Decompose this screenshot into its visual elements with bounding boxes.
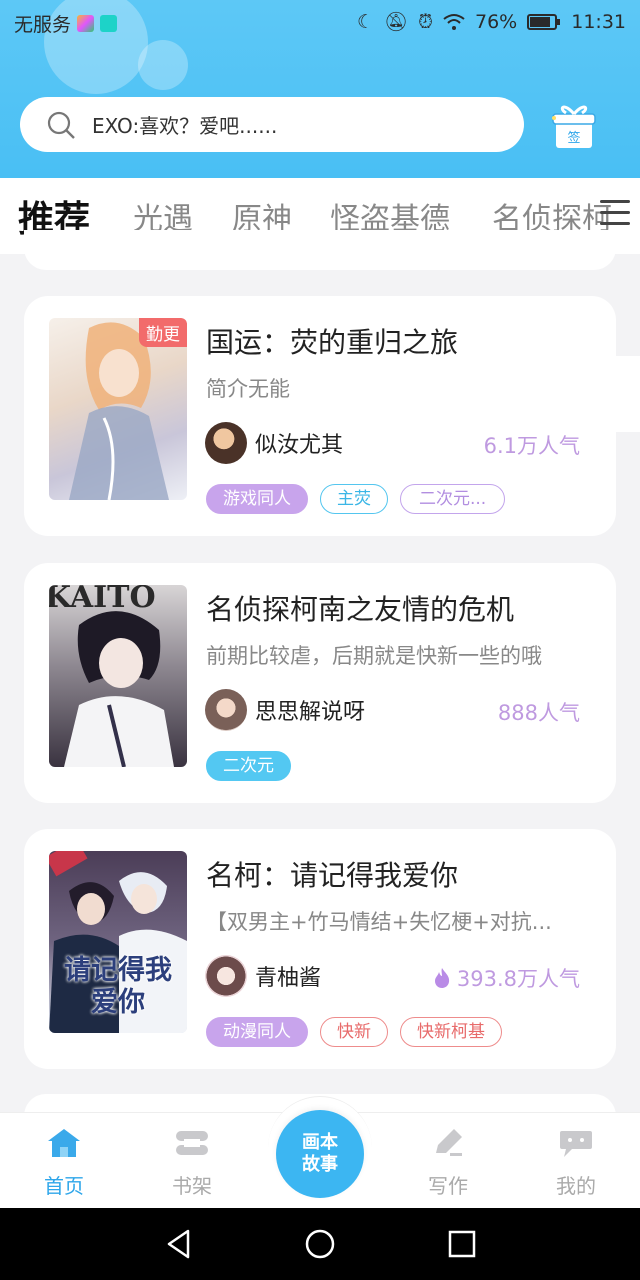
nav-shelf-label: 书架 (172, 1174, 212, 1198)
story-cover[interactable]: KAITO (49, 585, 187, 767)
tag-list: 动漫同人 快新 快新柯基 (206, 1017, 502, 1047)
bookshelf-icon (176, 1131, 208, 1155)
popularity-text: 393.8万人气 (456, 967, 580, 991)
popularity: 6.1万人气 (484, 430, 580, 460)
popularity-text: 888人气 (497, 701, 580, 725)
nav-mine[interactable]: 我的 (536, 1127, 616, 1199)
author-name: 似汝尤其 (255, 433, 344, 458)
story-cover[interactable]: 请记得我爱你 (49, 851, 187, 1033)
tag-list: 游戏同人 主荧 二次元... (206, 484, 506, 514)
tag[interactable]: 快新 (320, 1017, 388, 1047)
popularity: 888人气 (498, 697, 580, 727)
avatar[interactable] (205, 422, 247, 464)
nav-home-label: 首页 (44, 1174, 84, 1198)
tag[interactable]: 主荧 (320, 484, 388, 514)
story-card-partial[interactable] (24, 230, 616, 270)
story-desc: 简介无能 (206, 377, 290, 401)
back-icon[interactable] (164, 1228, 194, 1260)
time-text: 11:31 (571, 10, 626, 33)
decor-bubble (138, 40, 188, 90)
avatar[interactable] (205, 689, 247, 731)
status-bar: 无服务 ☾ 🔕︎ ⏰︎ 76% 11:31 (0, 0, 640, 44)
flame-icon (434, 968, 450, 988)
search-input[interactable]: EXO:喜欢？爱吧...... (92, 110, 277, 139)
popularity: 393.8万人气 (433, 963, 580, 993)
checkin-label: 签 (567, 130, 580, 146)
tag[interactable]: 二次元 (206, 751, 291, 781)
story-card[interactable]: 勤更 国运：荧的重归之旅 简介无能 似汝尤其 6.1万人气 游戏同人 主荧 二次… (24, 296, 616, 536)
tag-list: 二次元 (206, 751, 291, 781)
tag[interactable]: 游戏同人 (206, 484, 308, 514)
create-story-button[interactable]: 画本 故事 (276, 1110, 364, 1198)
update-badge: 勤更 (139, 318, 187, 347)
story-desc: 前期比较虐，后期就是快新一些的哦 (206, 644, 542, 668)
cover-title-text: 请记得我爱你 (64, 955, 172, 1018)
author-name: 思思解说呀 (255, 700, 366, 725)
create-story-line2: 故事 (302, 1154, 338, 1175)
pen-icon (436, 1129, 462, 1156)
system-nav-bar (0, 1208, 640, 1280)
nav-write[interactable]: 写作 (408, 1127, 488, 1199)
author-name: 青柚酱 (255, 966, 322, 991)
story-title[interactable]: 名侦探柯南之友情的危机 (206, 588, 514, 628)
recents-icon[interactable] (448, 1230, 476, 1258)
tap-notification-icon (100, 15, 118, 32)
home-icon (48, 1129, 80, 1157)
nav-home[interactable]: 首页 (24, 1127, 104, 1199)
story-card[interactable]: KAITO 名侦探柯南之友情的危机 前期比较虐，后期就是快新一些的哦 思思解说呀… (24, 563, 616, 803)
moon-icon: ☾ (357, 10, 375, 33)
carrier-text: 无服务 (14, 14, 72, 36)
tag[interactable]: 动漫同人 (206, 1017, 308, 1047)
author[interactable]: 青柚酱 (205, 955, 321, 997)
tag[interactable]: 二次元... (400, 484, 506, 514)
cover-illustration: KAITO (49, 585, 174, 767)
nav-mine-label: 我的 (556, 1174, 596, 1198)
tabs-menu-icon[interactable] (600, 200, 630, 230)
author[interactable]: 似汝尤其 (205, 422, 343, 464)
create-story-line1: 画本 (302, 1132, 338, 1153)
header: 无服务 ☾ 🔕︎ ⏰︎ 76% 11:31 EXO:喜欢？爱吧...... 签 (0, 0, 640, 178)
story-title[interactable]: 名柯：请记得我爱你 (206, 854, 458, 894)
search-bar[interactable]: EXO:喜欢？爱吧...... (20, 97, 524, 152)
battery-icon (527, 13, 561, 30)
app-notification-icon (77, 15, 95, 32)
home-circle-icon[interactable] (304, 1228, 336, 1260)
avatar[interactable] (205, 955, 247, 997)
alarm-icon: ⏰︎ (418, 10, 433, 33)
wifi-icon (443, 13, 465, 30)
story-cover[interactable]: 勤更 (49, 318, 187, 500)
profile-chat-icon (560, 1131, 592, 1157)
tag[interactable]: 快新柯基 (400, 1017, 502, 1047)
popularity-text: 6.1万人气 (483, 434, 580, 458)
gift-checkin-icon[interactable]: 签 (548, 100, 600, 150)
battery-text: 76% (475, 10, 518, 33)
nav-shelf[interactable]: 书架 (152, 1127, 232, 1199)
story-title[interactable]: 国运：荧的重归之旅 (206, 321, 458, 361)
search-icon (47, 111, 75, 139)
story-card[interactable]: 请记得我爱你 名柯：请记得我爱你 【双男主+竹马情结+失忆梗+对抗... 青柚酱… (24, 829, 616, 1069)
nav-write-label: 写作 (428, 1174, 468, 1198)
mute-icon: 🔕︎ (384, 11, 409, 33)
cover-title-art: KAITO (49, 585, 156, 615)
story-desc: 【双男主+竹马情结+失忆梗+对抗... (206, 910, 552, 934)
author[interactable]: 思思解说呀 (205, 689, 365, 731)
